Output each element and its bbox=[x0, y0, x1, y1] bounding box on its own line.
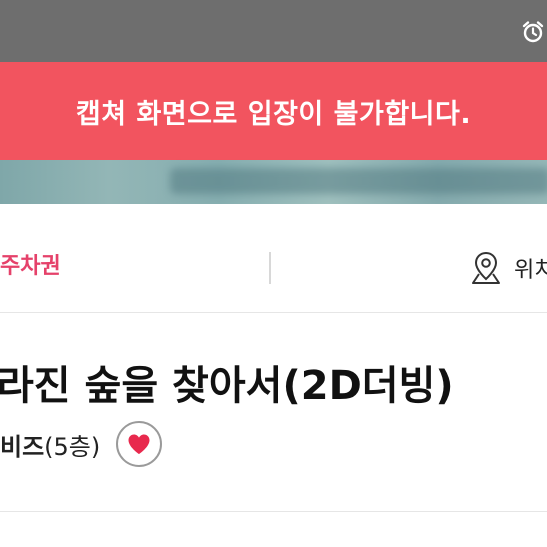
location-label: 위치 bbox=[514, 258, 547, 283]
parking-ticket-link[interactable]: 주차권 bbox=[0, 248, 61, 280]
info-bar: 주차권 위치 bbox=[0, 204, 547, 313]
capture-warning-banner: 캡쳐 화면으로 입장이 불가합니다. bbox=[0, 62, 547, 160]
alarm-clock-icon bbox=[522, 21, 544, 43]
status-bar bbox=[0, 0, 547, 62]
venue-floor: (5층) bbox=[44, 432, 101, 461]
venue-row: 비즈(5층) bbox=[0, 421, 163, 467]
venue-name-text: 비즈 bbox=[0, 432, 45, 461]
venue-name: 비즈(5층) bbox=[0, 427, 100, 462]
ticket-detail-screen: 캡쳐 화면으로 입장이 불가합니다. 주차권 위치 라진 숲을 찾아서(2D더빙… bbox=[0, 0, 547, 547]
map-pin-icon bbox=[472, 251, 500, 284]
blurred-text bbox=[170, 168, 547, 194]
info-divider bbox=[269, 252, 271, 284]
show-title: 라진 숲을 찾아서(2D더빙) bbox=[0, 363, 454, 409]
show-info-section: 라진 숲을 찾아서(2D더빙) 비즈(5층) bbox=[0, 313, 547, 511]
heart-icon bbox=[128, 434, 150, 454]
favorite-button[interactable] bbox=[116, 421, 163, 467]
location-button[interactable]: 위치 bbox=[470, 248, 547, 288]
section-divider bbox=[0, 511, 547, 512]
capture-warning-text: 캡쳐 화면으로 입장이 불가합니다. bbox=[75, 98, 472, 130]
blurred-ticket-strip bbox=[0, 160, 547, 204]
